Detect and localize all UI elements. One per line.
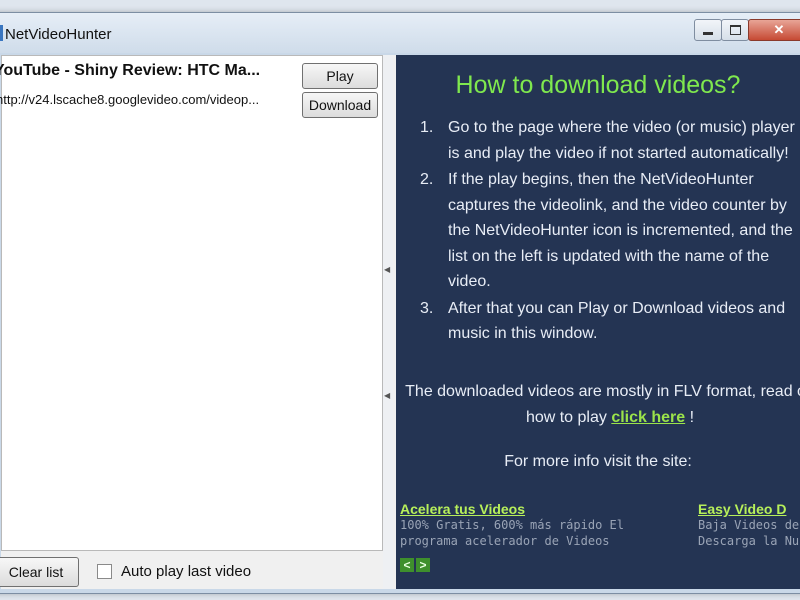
- video-url: http://v24.lscache8.googlevideo.com/vide…: [0, 92, 260, 107]
- ad-block: Acelera tus Videos 100% Gratis, 600% más…: [400, 501, 670, 549]
- download-button[interactable]: Download: [302, 92, 378, 118]
- flv-info: The downloaded videos are mostly in FLV …: [400, 379, 800, 431]
- autoplay-checkbox[interactable]: [97, 564, 112, 579]
- help-step-text: After that you can Play or Download vide…: [448, 299, 786, 343]
- ad-title-link[interactable]: Acelera tus Videos: [400, 501, 670, 517]
- help-step: 2. If the play begins, then the NetVideoH…: [420, 167, 800, 295]
- help-step-text: Go to the page where the video (or music…: [448, 119, 795, 162]
- maximize-icon: [729, 25, 741, 35]
- help-step: 1. Go to the page where the video (or mus…: [420, 115, 800, 166]
- help-step-number: 1.: [420, 119, 434, 136]
- help-pane: How to download videos? 1. Go to the page…: [396, 55, 800, 589]
- help-step-text: If the play begins, then the NetVideoHun…: [448, 171, 793, 290]
- window-title: NetVideoHunter: [5, 26, 112, 43]
- minimize-button[interactable]: [694, 19, 722, 41]
- ad-prev-button[interactable]: <: [400, 558, 414, 572]
- ad-text: programa acelerador de Videos: [400, 534, 610, 548]
- video-list-item[interactable]: YouTube - Shiny Review: HTC Ma... http:/…: [0, 55, 383, 123]
- ad-title-link[interactable]: Easy Video D: [698, 501, 800, 517]
- clear-list-button[interactable]: Clear list: [0, 557, 79, 587]
- ad-nav: < >: [400, 558, 432, 572]
- help-step-number: 3.: [420, 299, 434, 317]
- help-steps: 1. Go to the page where the video (or mus…: [420, 115, 800, 347]
- ad-block: Easy Video D Baja Videos de Descarga la …: [698, 501, 800, 549]
- autoplay-label: Auto play last video: [121, 563, 252, 580]
- ad-next-button[interactable]: >: [416, 558, 430, 572]
- pane-splitter[interactable]: ◀ ◀: [383, 55, 393, 589]
- ad-text: Descarga la Nu: [698, 534, 800, 548]
- ad-text: 100% Gratis, 600% más rápido El: [400, 518, 624, 532]
- video-list[interactable]: [1, 122, 383, 551]
- ad-text: Baja Videos de: [698, 518, 800, 532]
- maximize-button[interactable]: [721, 19, 749, 41]
- app-window: NetVideoHunter ✕ YouTube - Shiny Review:…: [0, 12, 800, 594]
- click-here-link[interactable]: click here: [611, 409, 685, 426]
- minimize-icon: [703, 31, 713, 35]
- more-info-text: For more info visit the site:: [504, 453, 692, 470]
- close-button[interactable]: ✕: [748, 19, 800, 41]
- help-heading: How to download videos?: [455, 71, 741, 99]
- play-button[interactable]: Play: [302, 63, 378, 89]
- window-content: YouTube - Shiny Review: HTC Ma... http:/…: [0, 55, 800, 589]
- video-list-pane: YouTube - Shiny Review: HTC Ma... http:/…: [0, 55, 383, 589]
- autoplay-option[interactable]: Auto play last video: [97, 563, 251, 580]
- close-icon: ✕: [773, 22, 785, 37]
- app-icon: [0, 25, 3, 41]
- help-step: 3. After that you can Play or Download vi…: [420, 296, 800, 347]
- splitter-grip-icon: ◀: [384, 265, 391, 274]
- video-title: YouTube - Shiny Review: HTC Ma...: [0, 62, 261, 79]
- title-bar[interactable]: NetVideoHunter ✕: [0, 13, 800, 53]
- flv-info-text: The downloaded videos are mostly in FLV …: [405, 383, 800, 426]
- help-step-number: 2.: [420, 171, 434, 188]
- flv-info-suffix: !: [685, 409, 695, 426]
- splitter-grip-icon: ◀: [384, 391, 391, 400]
